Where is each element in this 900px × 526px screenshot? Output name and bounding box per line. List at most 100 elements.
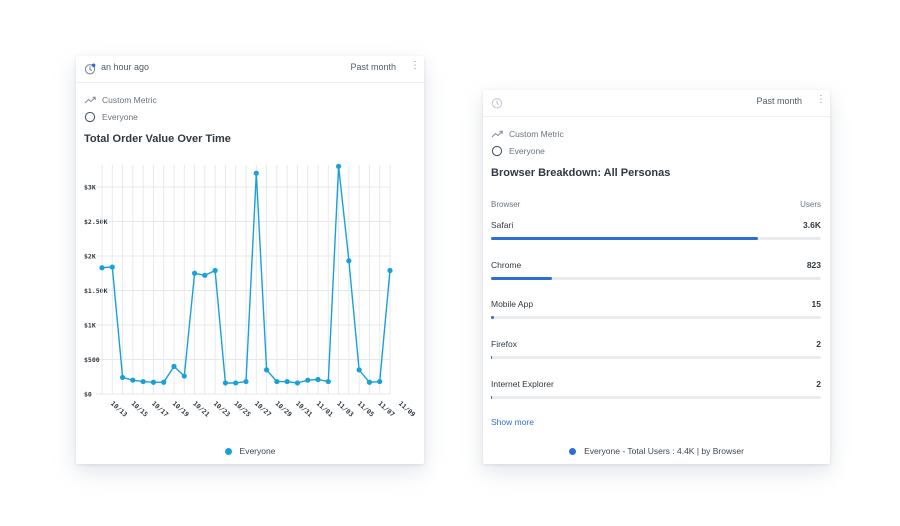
data-point <box>171 363 177 369</box>
data-point <box>346 258 352 264</box>
data-point <box>294 380 301 386</box>
bar-track <box>491 316 821 319</box>
browser-users: 2 <box>816 379 821 389</box>
data-point <box>202 272 208 278</box>
browser-name: Safari <box>491 220 514 230</box>
bar-fill <box>491 277 553 280</box>
legend-dot <box>569 447 577 455</box>
kebab-menu-icon[interactable]: ⋮ <box>816 95 826 105</box>
data-point <box>263 367 270 373</box>
data-point <box>222 380 229 386</box>
clock-icon <box>491 96 503 109</box>
breakdown-legend: Everyone - Total Users : 4.4K | by Brows… <box>483 446 830 456</box>
y-tick-label: $3K <box>84 184 96 192</box>
data-point <box>119 374 126 381</box>
bar-track <box>491 396 821 399</box>
data-point <box>140 378 146 385</box>
bar-track <box>491 237 821 240</box>
segment-row[interactable]: Everyone <box>491 145 545 157</box>
browser-row-internet-explorer[interactable]: Internet Explorer 2 <box>491 379 821 419</box>
browser-users: 15 <box>811 299 821 309</box>
browser-row-chrome[interactable]: Chrome 823 <box>491 260 821 300</box>
browser-users: 3.6K <box>803 220 821 230</box>
trend-line-icon <box>491 128 503 140</box>
x-tick-label: 11/05 <box>356 400 376 419</box>
metric-type-row: Custom Metric <box>491 128 564 140</box>
order-value-card: an hour ago Past month ⋮ Custom Metric E… <box>76 56 424 464</box>
metric-type-label: Custom Metric <box>509 129 564 139</box>
bar-fill <box>491 356 493 359</box>
data-point <box>253 170 259 176</box>
data-point <box>274 378 280 385</box>
data-point <box>325 378 331 385</box>
x-tick-label: 11/03 <box>335 400 355 419</box>
data-point <box>130 377 136 383</box>
legend-dot <box>224 447 232 455</box>
x-tick-label: 10/15 <box>130 400 150 419</box>
browser-name: Firefox <box>491 339 517 349</box>
browser-name: Internet Explorer <box>491 379 554 389</box>
card-header: Past month ⋮ <box>483 90 830 117</box>
browser-row-mobile-app[interactable]: Mobile App 15 <box>491 299 821 339</box>
data-point <box>181 373 187 379</box>
x-tick-label: 11/01 <box>315 400 335 419</box>
data-point <box>335 163 342 169</box>
legend-label: Everyone - Total Users : 4.4K | by Brows… <box>584 446 744 456</box>
data-point <box>150 379 157 385</box>
breakdown-title: Browser Breakdown: All Personas <box>491 167 671 179</box>
column-header-browser: Browser <box>491 200 521 209</box>
x-tick-label: 10/25 <box>232 400 252 419</box>
data-point <box>243 378 249 385</box>
x-tick-label: 10/13 <box>109 400 129 419</box>
browser-row-firefox[interactable]: Firefox 2 <box>491 339 821 379</box>
segment-circle-icon <box>491 145 503 157</box>
data-point <box>377 378 383 385</box>
browser-users: 823 <box>806 260 821 270</box>
data-point <box>109 264 115 270</box>
data-point <box>191 270 198 276</box>
legend-label: Everyone <box>239 446 276 456</box>
segment-label: Everyone <box>509 146 545 156</box>
y-tick-label: $2K <box>84 253 96 261</box>
bar-fill <box>491 316 494 319</box>
browser-name: Mobile App <box>491 299 534 309</box>
y-tick-label: $1K <box>84 322 96 330</box>
x-tick-label: 11/07 <box>376 400 396 419</box>
show-more-link[interactable]: Show more <box>491 417 534 427</box>
x-tick-label: 10/17 <box>150 400 170 419</box>
bar-track <box>491 356 821 359</box>
x-tick-label: 11/09 <box>397 400 417 419</box>
data-point <box>284 378 290 385</box>
data-point <box>387 267 393 274</box>
x-tick-label: 10/21 <box>191 400 211 419</box>
data-point <box>233 380 239 386</box>
data-point <box>305 377 311 383</box>
data-point <box>161 379 167 385</box>
data-point <box>356 367 362 373</box>
x-tick-label: 10/31 <box>294 400 314 419</box>
data-point <box>99 265 105 271</box>
table-header: Browser Users <box>491 200 821 209</box>
y-tick-label: $0 <box>84 391 92 399</box>
data-point <box>315 376 321 383</box>
y-tick-label: $1.50K <box>84 287 108 295</box>
x-tick-label: 10/19 <box>171 400 191 419</box>
bar-fill <box>491 237 759 240</box>
browser-breakdown-card: Past month ⋮ Custom Metric Everyone Brow… <box>483 90 830 464</box>
line-chart: $0$500$1K$1.50K$2K$2.50K$3K10/13 10/15 10/… <box>84 163 417 419</box>
data-point <box>366 379 373 385</box>
bar-track <box>491 277 821 280</box>
x-tick-label: 10/29 <box>274 400 294 419</box>
bar-fill <box>491 396 493 399</box>
data-point <box>212 267 218 274</box>
column-header-users: Users <box>800 200 821 209</box>
y-tick-label: $500 <box>84 356 100 364</box>
chart-legend[interactable]: Everyone <box>76 446 424 456</box>
x-tick-label: 10/23 <box>212 400 232 419</box>
x-tick-label: 10/27 <box>253 400 273 419</box>
browser-users: 2 <box>816 339 821 349</box>
date-range-selector[interactable]: Past month <box>756 96 802 106</box>
y-tick-label: $2.50K <box>84 218 108 226</box>
browser-row-safari[interactable]: Safari 3.6K <box>491 220 821 260</box>
browser-name: Chrome <box>491 260 522 270</box>
